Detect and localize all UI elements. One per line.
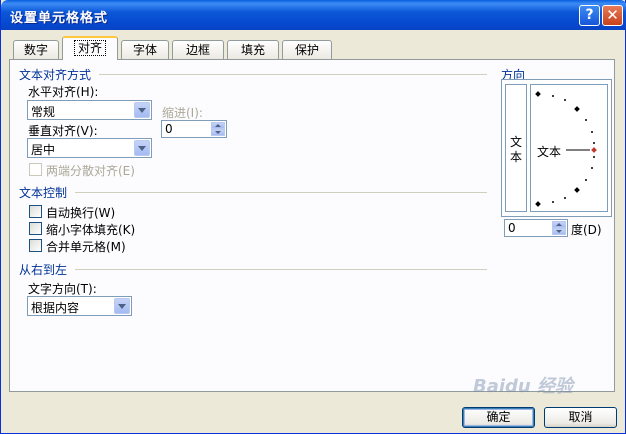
text-direction-value: 根据内容 [31, 301, 80, 315]
chevron-down-icon[interactable] [114, 298, 130, 314]
vertical-align-select[interactable]: 居中 [27, 138, 152, 158]
indent-label: 缩进(I): [162, 106, 203, 120]
degree-dot [585, 119, 587, 121]
shrink-to-fit-label: 缩小字体填充(K) [46, 223, 136, 237]
degree-dot [593, 142, 595, 144]
justify-distributed-label: 两端分散对齐(E) [46, 164, 135, 178]
ok-button[interactable]: 确定 [462, 407, 535, 428]
vertical-align-label: 垂直对齐(V): [28, 124, 98, 138]
cancel-button[interactable]: 取消 [544, 407, 617, 428]
section-text-control: 文本控制 [19, 186, 68, 200]
degree-dot [552, 95, 554, 97]
separator [75, 192, 487, 193]
wrap-text-label: 自动换行(W) [46, 206, 116, 220]
tab-protection[interactable]: 保护 [282, 40, 332, 59]
degree-marker-neg90[interactable] [535, 201, 541, 207]
spin-up-icon[interactable] [552, 221, 566, 228]
degree-marker-45[interactable] [574, 106, 580, 112]
section-text-alignment: 文本对齐方式 [19, 68, 92, 82]
horizontal-align-label: 水平对齐(H): [28, 85, 99, 99]
indent-value: 0 [165, 122, 173, 136]
tab-number[interactable]: 数字 [13, 40, 59, 59]
degree-dot [564, 197, 566, 199]
chevron-down-icon[interactable] [134, 102, 150, 118]
merge-cells-checkbox[interactable] [29, 239, 42, 252]
vertical-text-button[interactable]: 文本 [505, 84, 527, 212]
degree-dot [564, 99, 566, 101]
horizontal-text: 文本 [537, 145, 562, 159]
degree-marker-90[interactable] [535, 91, 541, 97]
degree-dot [585, 179, 587, 181]
degree-dot [552, 201, 554, 203]
window-title: 设置单元格格式 [10, 11, 109, 26]
close-button[interactable]: ✕ [602, 5, 623, 26]
separator [99, 74, 487, 75]
text-direction-label: 文字方向(T): [28, 282, 97, 296]
degree-dot [593, 156, 595, 158]
text-direction-select[interactable]: 根据内容 [27, 296, 132, 316]
vertical-text: 文本 [510, 135, 523, 164]
spin-down-icon[interactable] [211, 129, 225, 136]
degrees-value: 0 [508, 221, 516, 235]
indent-spinner[interactable]: 0 [161, 120, 227, 138]
merge-cells-label: 合并单元格(M) [46, 240, 126, 254]
tab-font[interactable]: 字体 [121, 40, 169, 59]
vertical-align-value: 居中 [31, 143, 56, 157]
degree-marker-neg45[interactable] [574, 187, 580, 193]
degree-indicator-0[interactable] [591, 147, 597, 153]
help-button[interactable]: ? [579, 5, 600, 26]
shrink-to-fit-checkbox[interactable] [29, 222, 42, 235]
horizontal-align-select[interactable]: 常规 [27, 100, 152, 120]
title-bar[interactable]: 设置单元格格式 ? ✕ [1, 0, 626, 30]
justify-distributed-checkbox[interactable] [29, 163, 42, 176]
horizontal-align-value: 常规 [31, 105, 56, 119]
degrees-label: 度(D) [571, 223, 602, 237]
spin-up-icon[interactable] [211, 122, 225, 129]
separator [75, 269, 487, 270]
spin-down-icon[interactable] [552, 228, 566, 235]
degree-dot [591, 167, 593, 169]
degree-dot [591, 131, 593, 133]
tab-border[interactable]: 边框 [172, 40, 224, 59]
orientation-dial[interactable]: 文本 [530, 84, 608, 212]
section-right-to-left: 从右到左 [19, 263, 68, 277]
format-cells-dialog: 设置单元格格式 ? ✕ 数字 对齐 字体 边框 填充 保护 文本对齐方式 水平对… [0, 0, 626, 434]
baidu-watermark: Baidu 经验 [473, 376, 574, 397]
degrees-spinner[interactable]: 0 [504, 219, 568, 237]
tab-alignment[interactable]: 对齐 [62, 36, 118, 60]
wrap-text-checkbox[interactable] [29, 205, 42, 218]
chevron-down-icon[interactable] [134, 140, 150, 156]
tab-fill[interactable]: 填充 [227, 40, 279, 59]
